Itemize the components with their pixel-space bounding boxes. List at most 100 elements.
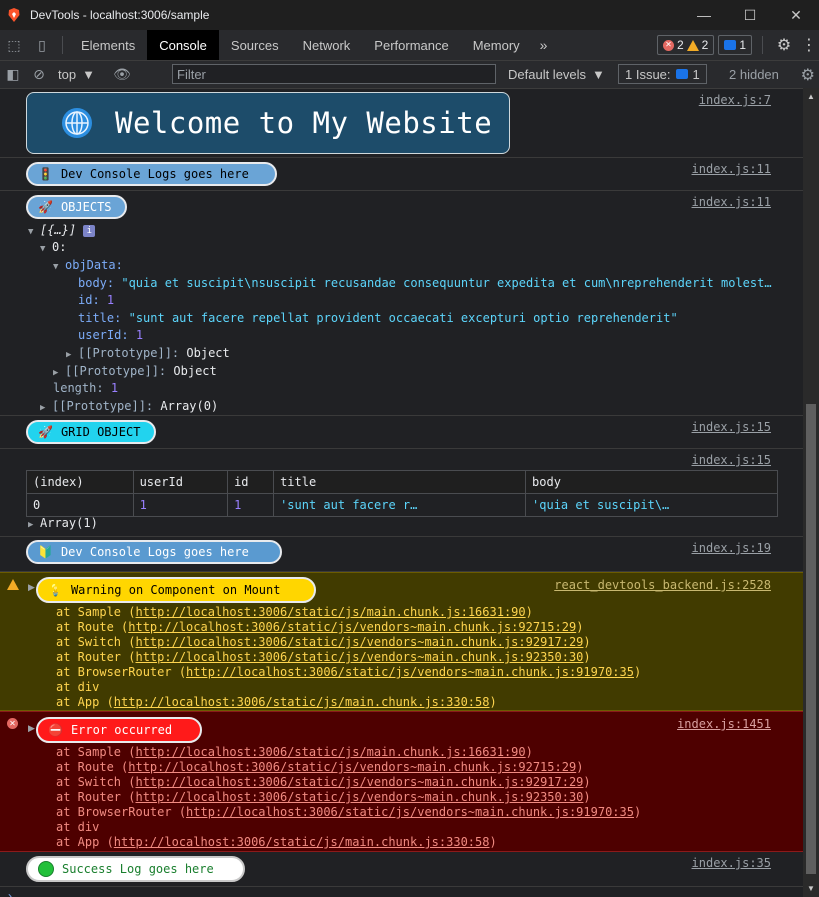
issues-button[interactable]: 1 Issue: 1 [618,64,707,84]
window-title: DevTools - localhost:3006/sample [30,8,210,22]
stack-line: at Router (http://localhost:3006/static/… [56,790,591,804]
more-options-icon[interactable]: ⋮ [799,35,819,55]
source-link[interactable]: index.js:35 [692,856,771,870]
rocket-icon: 🚀 [38,425,53,439]
stack-source-link[interactable]: http://localhost:3006/static/js/vendors~… [135,635,583,649]
source-link[interactable]: index.js:7 [699,93,771,107]
source-link[interactable]: index.js:11 [692,195,771,209]
maximize-icon[interactable]: ☐ [727,0,773,30]
dev-log-pill: 🚦 Dev Console Logs goes here [26,162,277,186]
welcome-banner: Welcome to My Website [26,92,510,154]
tab-elements[interactable]: Elements [69,30,147,60]
device-toolbar-icon[interactable]: ▯ [28,30,56,60]
log-levels-dropdown[interactable]: Default levels ▼ [508,61,605,88]
log-dev-console-2: 🔰 Dev Console Logs goes here index.js:19 [0,537,803,572]
stack-source-link[interactable]: http://localhost:3006/static/js/vendors~… [186,665,634,679]
stack-line: at BrowserRouter (http://localhost:3006/… [56,805,642,819]
stack-source-link[interactable]: http://localhost:3006/static/js/vendors~… [128,760,576,774]
minimize-icon[interactable]: — [681,0,727,30]
tree-objdata[interactable]: ▼ objData: [53,257,123,277]
scroll-down-icon[interactable]: ▼ [807,884,815,893]
close-icon[interactable]: ✕ [773,0,819,30]
stack-source-link[interactable]: http://localhost:3006/static/js/vendors~… [128,620,576,634]
table-header[interactable]: id [227,470,275,494]
tab-sources[interactable]: Sources [219,30,291,60]
sidebar-toggle-icon[interactable]: ◧ [0,62,26,88]
log-grid-object: 🚀 GRID OBJECT index.js:15 [0,416,803,449]
stack-line: at Switch (http://localhost:3006/static/… [56,635,591,649]
collapse-triangle-icon: ▶ [40,403,46,413]
stack-line: at Router (http://localhost:3006/static/… [56,650,591,664]
filter-input[interactable]: Filter [172,64,496,84]
console-scrollbar[interactable]: ▲ ▼ [803,88,819,897]
error-pill: ⛔ Error occurred [36,717,202,743]
table-cell: 0 [26,493,134,517]
table-row: 0 1 1 'sunt aut facere r… 'quia et susci… [26,493,778,517]
stack-line: at App (http://localhost:3006/static/js/… [56,835,497,849]
stack-line: at Route (http://localhost:3006/static/j… [56,760,584,774]
tree-array-footer[interactable]: ▶ Array(1) [28,515,98,535]
console-prompt-row[interactable]: › [0,887,803,897]
log-table: index.js:15 (index) userId id title body… [0,449,803,537]
table-cell: 'quia et suscipit\… [525,493,778,517]
clear-console-icon[interactable]: ⊘ [26,62,52,88]
scroll-thumb[interactable] [806,404,816,874]
table-header[interactable]: (index) [26,470,134,494]
stack-source-link[interactable]: http://localhost:3006/static/js/vendors~… [135,775,583,789]
green-circle-icon [38,861,54,877]
stack-source-link[interactable]: http://localhost:3006/static/js/vendors~… [186,805,634,819]
issues-count: 1 [692,66,700,82]
stack-source-link[interactable]: http://localhost:3006/static/js/main.chu… [114,835,490,849]
tree-proto-inner[interactable]: ▶ [[Prototype]]: Object [66,345,230,365]
inspect-element-icon[interactable]: ⬚ [0,30,28,60]
source-link[interactable]: index.js:15 [692,420,771,434]
context-label: top [58,67,77,82]
objects-pill: 🚀 OBJECTS [26,195,127,219]
console-settings-gear-icon[interactable]: ⚙ [801,61,815,88]
tabbar-right: ✕ 2 2 1 ⚙ ⋮ [656,30,819,60]
table-header[interactable]: userId [132,470,229,494]
error-warning-counter[interactable]: ✕ 2 2 [656,35,715,55]
tree-proto-outer[interactable]: ▶ [[Prototype]]: Array(0) [40,398,218,418]
more-tabs-button[interactable]: » [532,37,556,53]
pill-text: OBJECTS [60,200,112,214]
tab-network[interactable]: Network [291,30,363,60]
source-link[interactable]: react_devtools_backend.js:2528 [554,578,771,592]
window-titlebar: DevTools - localhost:3006/sample — ☐ ✕ [0,0,819,30]
source-link[interactable]: index.js:19 [692,541,771,555]
log-success: Success Log goes here index.js:35 [0,852,803,887]
live-expression-eye-icon[interactable]: 👁 [109,62,135,88]
log-objects: 🚀 OBJECTS index.js:11 ▼ [{…}] i ▼ 0: ▼ objD… [0,191,803,416]
stack-source-link[interactable]: http://localhost:3006/static/js/main.chu… [114,695,490,709]
stack-line: at BrowserRouter (http://localhost:3006/… [56,665,642,679]
settings-gear-icon[interactable]: ⚙ [769,35,799,55]
stack-line: at div [56,820,100,834]
lightbulb-icon: 💡 [48,583,63,597]
tree-id: id: 1 [78,293,115,307]
tab-memory[interactable]: Memory [461,30,532,60]
chevron-down-icon: ▼ [592,67,605,82]
stack-source-link[interactable]: http://localhost:3006/static/js/main.chu… [135,605,525,619]
scroll-up-icon[interactable]: ▲ [807,92,815,101]
tree-length: length: 1 [53,381,119,395]
tab-console[interactable]: Console [147,30,219,60]
tab-performance[interactable]: Performance [362,30,460,60]
pill-text: Error occurred [70,723,173,737]
pill-text: GRID OBJECT [60,425,141,439]
stack-source-link[interactable]: http://localhost:3006/static/js/main.chu… [135,745,525,759]
pill-text: Warning on Component on Mount [70,583,281,597]
table-header[interactable]: body [525,470,778,494]
chevron-down-icon: ▼ [82,67,95,82]
log-dev-console-1: 🚦 Dev Console Logs goes here index.js:11 [0,158,803,191]
banner-text: Welcome to My Website [115,106,493,140]
log-error: ✕ ▶ ⛔ Error occurred index.js:1451 at Sa… [0,711,803,852]
message-counter[interactable]: 1 [718,35,752,55]
source-link[interactable]: index.js:11 [692,162,771,176]
source-link[interactable]: index.js:1451 [677,717,771,731]
source-link[interactable]: index.js:15 [692,453,771,467]
table-header[interactable]: title [273,470,527,494]
stack-source-link[interactable]: http://localhost:3006/static/js/vendors~… [135,790,583,804]
context-selector[interactable]: top ▼ [52,67,101,82]
tree-index-0[interactable]: ▼ 0: [40,239,66,259]
stack-source-link[interactable]: http://localhost:3006/static/js/vendors~… [135,650,583,664]
